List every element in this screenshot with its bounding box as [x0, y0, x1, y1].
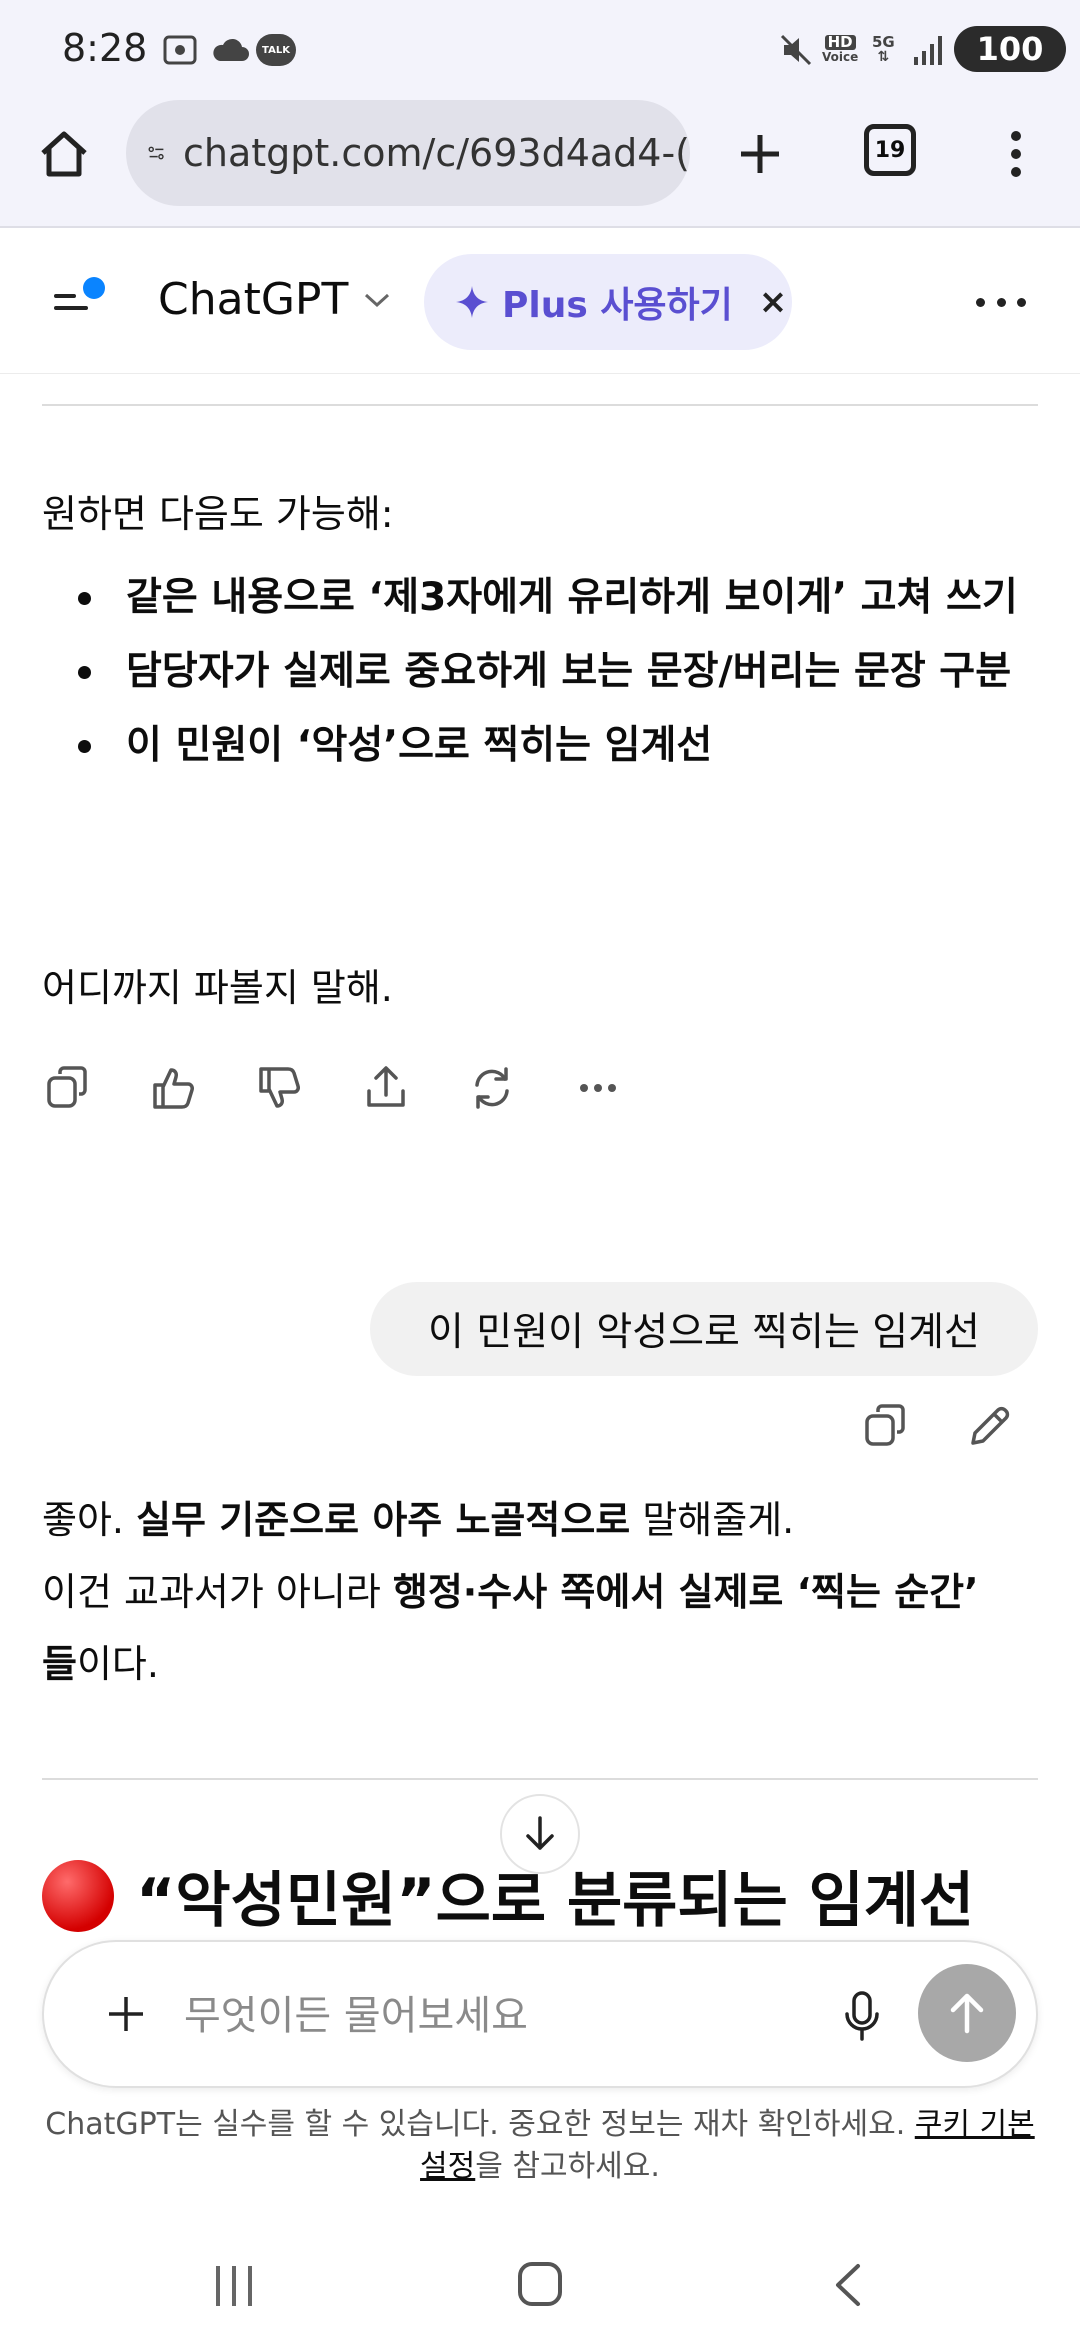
edit-button[interactable]	[966, 1402, 1014, 1450]
upgrade-plus-pill[interactable]: Plus 사용하기 ×	[424, 254, 792, 350]
tab-switcher-button[interactable]: 19	[864, 124, 916, 176]
recent-apps-button[interactable]	[216, 2266, 252, 2306]
more-horizontal-icon	[580, 1084, 616, 1092]
plus-icon	[741, 135, 779, 173]
regenerate-button[interactable]	[468, 1064, 516, 1112]
plus-icon	[109, 1997, 143, 2031]
battery-indicator: 100	[954, 26, 1066, 72]
red-circle-icon	[42, 1859, 114, 1932]
scroll-to-bottom-button[interactable]	[500, 1794, 580, 1874]
voice-input-button[interactable]	[834, 1986, 890, 2046]
user-message-bubble: 이 민원이 악성으로 찍히는 임계선	[370, 1282, 1038, 1376]
signal-icon	[912, 28, 946, 72]
home-nav-button[interactable]	[518, 2262, 562, 2306]
home-button[interactable]	[30, 120, 98, 188]
section-heading: “악성민원”으로 분류되는 임계선	[42, 1852, 974, 1939]
arrow-down-icon	[526, 1816, 554, 1850]
list-item: 이 민원이 ‘악성’으로 찍히는 임계선	[70, 710, 1030, 782]
chat-header: ChatGPT Plus 사용하기 ×	[0, 230, 1080, 374]
mute-icon	[778, 28, 814, 72]
message-composer	[42, 1940, 1038, 2088]
cookie-settings-link[interactable]: 설정	[420, 2149, 475, 2184]
refresh-icon	[475, 1067, 509, 1109]
message-actions	[44, 1064, 622, 1112]
pencil-icon	[971, 1406, 1010, 1445]
screenshot-icon	[162, 28, 198, 72]
assistant-bullet-list: 같은 내용으로 ‘제3자에게 유리하게 보이게’ 고쳐 쓰기 담당자가 실제로 …	[70, 562, 1030, 784]
address-bar[interactable]: chatgpt.com/c/693d4ad4-(	[126, 100, 690, 206]
list-item: 담당자가 실제로 중요하게 보는 문장/버리는 문장 구분	[70, 636, 1030, 708]
copy-button[interactable]	[862, 1402, 910, 1450]
thumbs-up-button[interactable]	[150, 1064, 198, 1112]
microphone-icon	[845, 1991, 879, 2041]
url-text: chatgpt.com/c/693d4ad4-(	[183, 131, 690, 175]
cookie-settings-link[interactable]: 쿠키 기본	[915, 2107, 1035, 2142]
home-icon	[41, 131, 87, 177]
back-button[interactable]	[826, 2262, 872, 2308]
sidebar-toggle-button[interactable]	[50, 272, 110, 332]
close-icon[interactable]: ×	[759, 282, 788, 322]
hd-voice-icon: HD Voice	[822, 33, 859, 65]
5g-icon: 5G ⇅	[872, 33, 895, 65]
status-bar: 8:28 TALK HD Voice 5G ⇅ 100	[0, 0, 1080, 100]
disclaimer: ChatGPT는 실수를 할 수 있습니다. 중요한 정보는 재차 확인하세요.…	[45, 2107, 1035, 2184]
assistant-text: 원하면 다음도 가능해:	[42, 492, 394, 536]
kakaotalk-icon: TALK	[256, 28, 296, 72]
thumbs-down-button[interactable]	[256, 1064, 304, 1112]
message-input[interactable]	[184, 1976, 684, 2056]
section-divider	[42, 1778, 1038, 1780]
thumbs-up-icon	[153, 1068, 194, 1109]
system-navigation-bar	[0, 2220, 1080, 2340]
assistant-text: 들이다.	[42, 1642, 159, 1686]
arrow-up-icon	[950, 1993, 984, 2034]
browser-menu-button[interactable]	[990, 120, 1042, 188]
upgrade-plus-label: Plus 사용하기	[502, 285, 733, 326]
copy-icon	[47, 1066, 87, 1108]
copy-button[interactable]	[44, 1064, 92, 1112]
model-selector[interactable]: ChatGPT	[158, 274, 392, 325]
attach-button[interactable]	[94, 1982, 158, 2046]
thumbs-down-icon	[259, 1067, 300, 1108]
assistant-text: 이건 교과서가 아니라 행정·수사 쪽에서 실제로 ‘찍는 순간’	[42, 1570, 979, 1614]
share-button[interactable]	[362, 1064, 410, 1112]
list-item: 같은 내용으로 ‘제3자에게 유리하게 보이게’ 고쳐 쓰기	[70, 562, 1030, 634]
sidebar-icon	[54, 277, 105, 310]
sparkle-icon	[456, 286, 488, 318]
site-settings-icon	[148, 146, 164, 160]
more-options-button[interactable]	[976, 282, 1026, 322]
app-title: ChatGPT	[158, 274, 349, 325]
status-time: 8:28	[62, 26, 148, 70]
cloud-icon	[210, 28, 250, 72]
assistant-text: 어디까지 파볼지 말해.	[42, 966, 393, 1010]
chevron-down-icon	[365, 293, 390, 307]
more-actions-button[interactable]	[574, 1064, 622, 1112]
share-icon	[367, 1066, 405, 1107]
user-message-actions	[862, 1402, 1014, 1450]
section-divider	[42, 404, 1038, 406]
send-button[interactable]	[918, 1964, 1016, 2062]
browser-toolbar: chatgpt.com/c/693d4ad4-( 19	[0, 100, 1080, 228]
chevron-left-icon	[836, 2264, 860, 2306]
copy-icon	[865, 1404, 905, 1446]
new-tab-button[interactable]	[722, 120, 798, 188]
assistant-text: 좋아. 실무 기준으로 아주 노골적으로 말해줄게.	[42, 1498, 795, 1542]
